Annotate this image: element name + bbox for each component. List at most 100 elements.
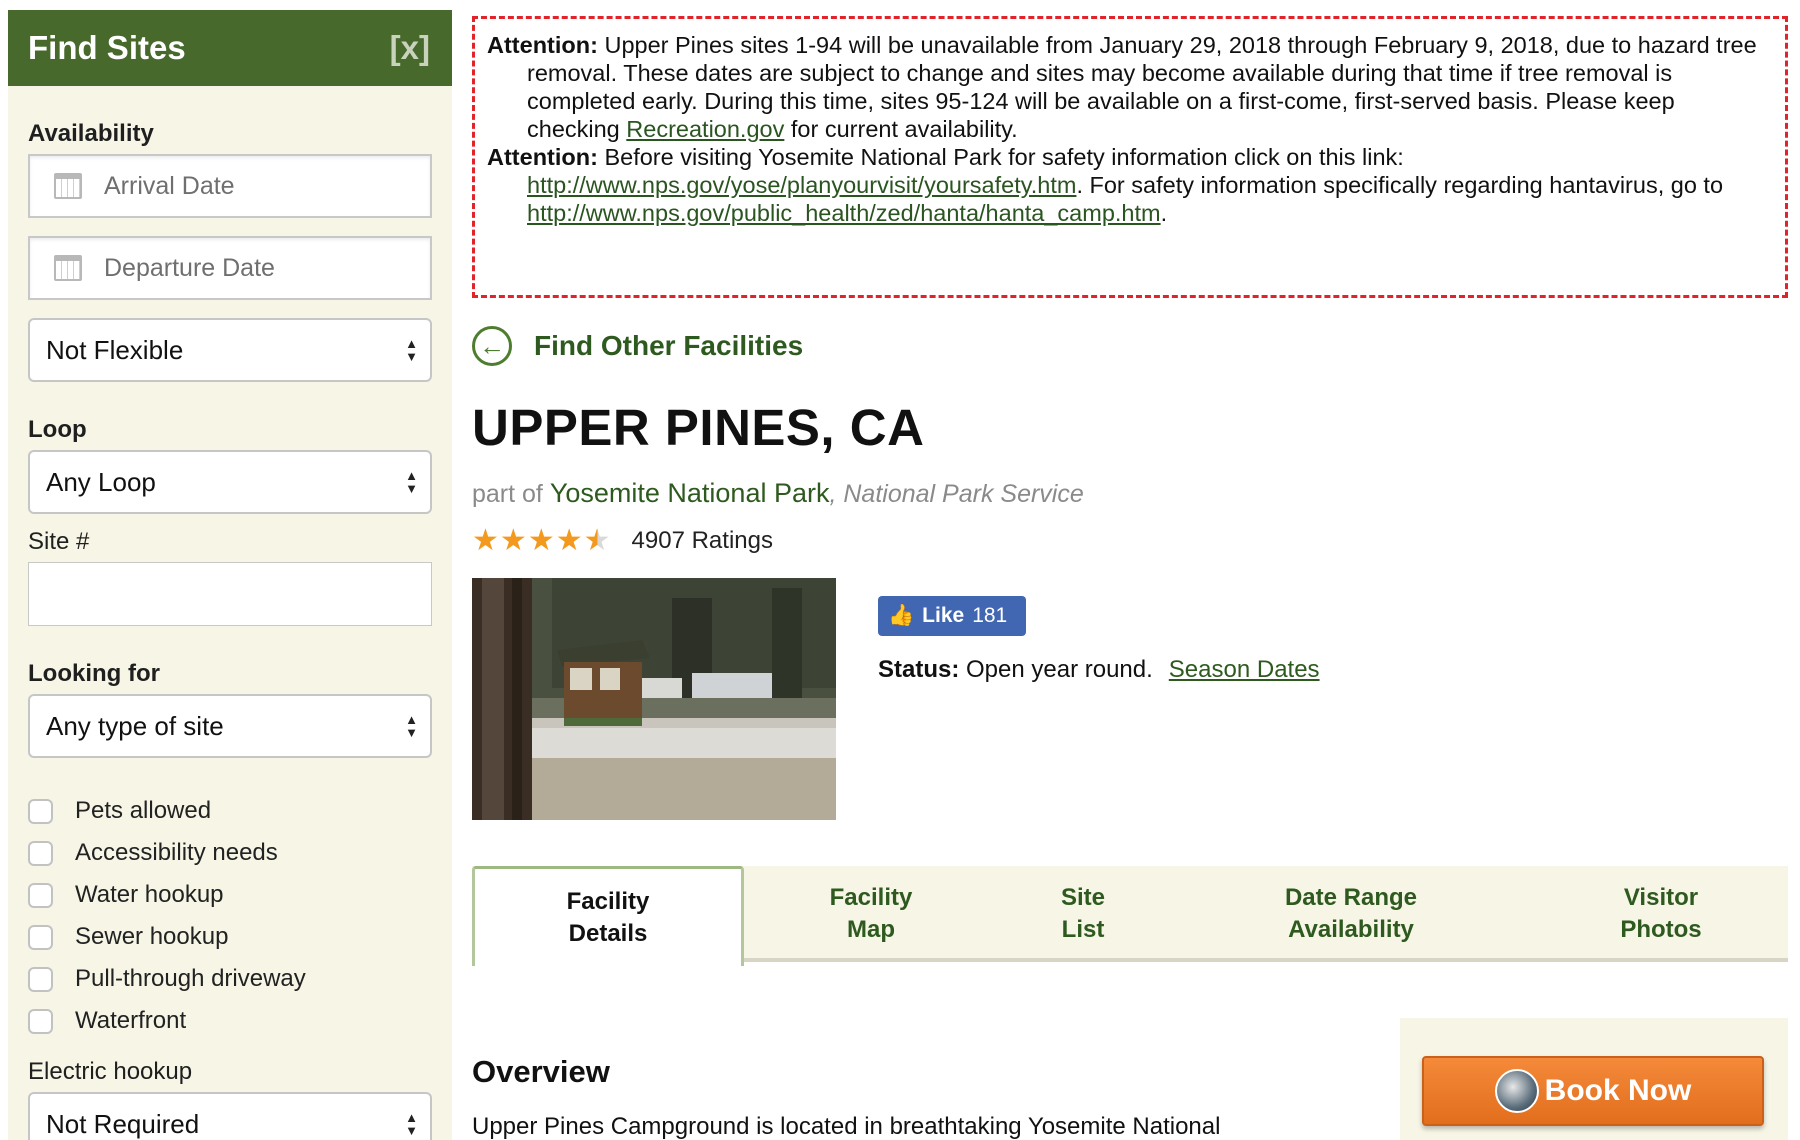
tab-label: Facility Map — [829, 884, 913, 943]
sidebar-title: Find Sites — [28, 29, 186, 66]
departure-date-field[interactable]: Departure Date — [28, 236, 432, 300]
find-other-facilities-label: Find Other Facilities — [534, 330, 804, 361]
agency-name: , National Park Service — [829, 480, 1084, 508]
tab-visitor-photos[interactable]: Visitor Photos — [1534, 866, 1788, 962]
loop-select-value: Any Loop — [46, 466, 156, 497]
alert-paragraph-safety: Attention: Before visiting Yosemite Nati… — [487, 143, 1773, 227]
checkbox-label: Sewer hookup — [75, 923, 229, 950]
select-arrows-icon: ▲ ▼ — [405, 712, 418, 740]
ratings-row: ★ ★ ★ ★ ★ 4907 Ratings — [472, 526, 773, 556]
checkbox-label: Waterfront — [75, 1007, 187, 1034]
checkbox-label: Water hookup — [75, 881, 224, 908]
star-full-icon: ★ — [499, 524, 527, 557]
campground-photo[interactable] — [472, 578, 836, 820]
checkbox-label: Accessibility needs — [75, 839, 278, 866]
book-now-button[interactable]: Book Now — [1422, 1056, 1764, 1126]
checkbox-pets-allowed[interactable]: Pets allowed — [28, 790, 432, 832]
status-row: Status: Open year round. Season Dates — [878, 656, 1320, 684]
amenity-checkbox-list: Pets allowed Accessibility needs Water h… — [28, 790, 432, 1042]
looking-for-label: Looking for — [28, 660, 160, 687]
checkbox-accessibility-needs[interactable]: Accessibility needs — [28, 832, 432, 874]
like-label: Like — [922, 604, 965, 627]
season-dates-link[interactable]: Season Dates — [1169, 656, 1320, 683]
checkbox-label: Pets allowed — [75, 797, 212, 824]
like-count: 181 — [972, 604, 1008, 627]
calendar-icon — [54, 255, 82, 281]
sidebar-header: Find Sites [x] — [8, 10, 452, 86]
arrival-date-field[interactable]: Arrival Date — [28, 154, 432, 218]
hantavirus-link[interactable]: http://www.nps.gov/public_health/zed/han… — [527, 200, 1161, 226]
alert-attention-label: Attention: — [487, 144, 598, 170]
checkbox-water-hookup[interactable]: Water hookup — [28, 874, 432, 916]
alert-text: . — [1160, 200, 1168, 226]
campground-photo-image — [472, 578, 836, 820]
checkbox-label: Pull-through driveway — [75, 965, 306, 992]
status-value: Open year round. — [959, 656, 1153, 683]
safety-link[interactable]: http://www.nps.gov/yose/planyourvisit/yo… — [527, 172, 1076, 198]
park-link[interactable]: Yosemite National Park — [550, 478, 830, 508]
tab-site-list[interactable]: Site List — [998, 866, 1168, 962]
facebook-like-button[interactable]: 👍 Like 181 — [878, 596, 1026, 636]
calendar-icon — [54, 173, 82, 199]
alert-attention-label: Attention: — [487, 32, 598, 58]
site-type-select[interactable]: Any type of site ▲ ▼ — [28, 694, 432, 758]
ratings-count: 4907 Ratings — [631, 527, 773, 554]
overview-heading: Overview — [472, 1054, 610, 1089]
alert-text: . For safety information specifically re… — [1076, 172, 1724, 198]
tab-facility-details[interactable]: Facility Details — [472, 866, 744, 966]
star-rating: ★ ★ ★ ★ ★ — [472, 526, 612, 556]
availability-section: Availability Arrival Date Departure Date… — [8, 120, 452, 1140]
tab-date-range-availability[interactable]: Date Range Availability — [1168, 866, 1534, 962]
tab-label: Visitor Photos — [1620, 884, 1702, 943]
checkbox-waterfront[interactable]: Waterfront — [28, 1000, 432, 1042]
page-title: UPPER PINES, CA — [472, 399, 925, 456]
parent-park-line: part of Yosemite National Park, National… — [472, 478, 1084, 509]
loop-label: Loop — [28, 416, 87, 443]
tab-label: Date Range Availability — [1284, 884, 1418, 943]
star-full-icon: ★ — [472, 524, 499, 557]
select-arrows-icon: ▲ ▼ — [405, 336, 418, 364]
checkbox-input[interactable] — [28, 798, 53, 824]
checkbox-input[interactable] — [28, 966, 53, 992]
electric-hookup-select-value: Not Required — [46, 1108, 200, 1139]
checkbox-input[interactable] — [28, 924, 53, 950]
checkbox-input[interactable] — [28, 882, 53, 908]
attention-alert-box: Attention: Upper Pines sites 1-94 will b… — [472, 16, 1788, 298]
star-half-icon: ★ — [583, 524, 611, 557]
select-arrows-icon: ▲ ▼ — [405, 1110, 418, 1138]
site-number-label: Site # — [28, 528, 90, 555]
site-number-input[interactable] — [28, 562, 432, 626]
availability-label: Availability — [28, 120, 154, 147]
book-now-label: Book Now — [1544, 1074, 1692, 1107]
loop-select[interactable]: Any Loop ▲ ▼ — [28, 450, 432, 514]
booking-panel: Book Now — [1400, 1018, 1788, 1140]
departure-date-placeholder: Departure Date — [104, 253, 275, 282]
checkbox-pull-through-driveway[interactable]: Pull-through driveway — [28, 958, 432, 1000]
alert-paragraph-closure: Attention: Upper Pines sites 1-94 will b… — [487, 31, 1773, 143]
overview-text: Upper Pines Campground is located in bre… — [472, 1113, 1221, 1140]
checkbox-input[interactable] — [28, 840, 53, 866]
part-of-label: part of — [472, 480, 550, 508]
flexibility-select[interactable]: Not Flexible ▲ ▼ — [28, 318, 432, 382]
status-label: Status: — [878, 656, 960, 683]
arrival-date-placeholder: Arrival Date — [104, 171, 235, 200]
site-type-select-value: Any type of site — [46, 710, 224, 741]
checkbox-sewer-hookup[interactable]: Sewer hookup — [28, 916, 432, 958]
checkbox-input[interactable] — [28, 1008, 53, 1034]
alert-text: Before visiting Yosemite National Park f… — [597, 144, 1404, 170]
close-sidebar-button[interactable]: [x] — [390, 29, 430, 67]
campsite-icon — [1494, 1069, 1539, 1113]
find-sites-sidebar: Find Sites [x] Availability Arrival Date… — [8, 10, 452, 1140]
tab-label: Facility Details — [566, 887, 650, 947]
tab-facility-map[interactable]: Facility Map — [744, 866, 998, 962]
alert-text: for current availability. — [784, 116, 1018, 142]
star-full-icon: ★ — [555, 524, 583, 557]
recreation-gov-link[interactable]: Recreation.gov — [626, 116, 784, 142]
facility-main-content: Attention: Upper Pines sites 1-94 will b… — [472, 0, 1788, 1140]
facility-tabs: Facility Details Facility Map Site List Dat… — [472, 866, 1788, 966]
electric-hookup-label: Electric hookup — [28, 1058, 193, 1085]
select-arrows-icon: ▲ ▼ — [405, 468, 418, 496]
star-full-icon: ★ — [527, 524, 555, 557]
electric-hookup-select[interactable]: Not Required ▲ ▼ — [28, 1092, 432, 1140]
find-other-facilities-link[interactable]: ← Find Other Facilities — [472, 326, 803, 366]
